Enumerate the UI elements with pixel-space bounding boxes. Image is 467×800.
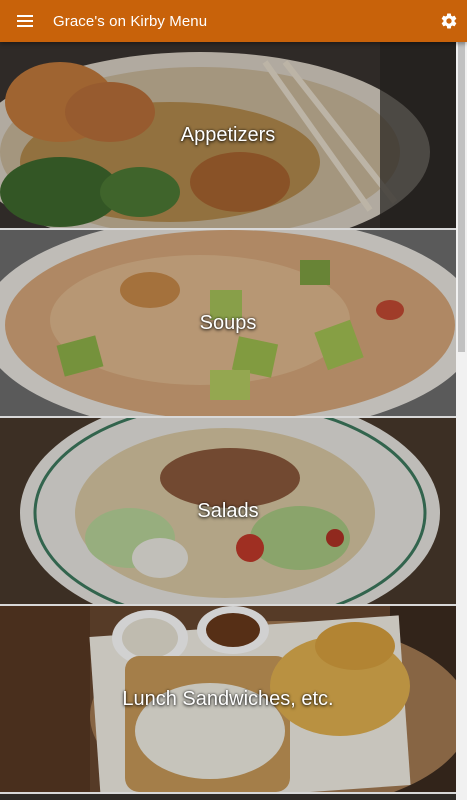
gear-icon[interactable] bbox=[438, 0, 460, 42]
category-tile-appetizers[interactable]: Appetizers bbox=[0, 42, 456, 228]
category-label: Soups bbox=[199, 311, 257, 334]
category-list: Appetizers Soups Salads Lunch Sandwiches… bbox=[0, 42, 456, 800]
scrollbar-thumb[interactable] bbox=[458, 42, 465, 352]
category-tile-salads[interactable]: Salads bbox=[0, 418, 456, 604]
category-tile-soups[interactable]: Soups bbox=[0, 230, 456, 416]
menu-app: Grace's on Kirby Menu Appetizers Soups S… bbox=[0, 0, 467, 800]
hamburger-menu-icon[interactable] bbox=[14, 0, 36, 42]
tile-divider bbox=[0, 416, 456, 418]
category-tile-partial[interactable] bbox=[0, 794, 456, 800]
tile-divider bbox=[0, 604, 456, 606]
app-title: Grace's on Kirby Menu bbox=[53, 12, 208, 30]
tile-divider bbox=[0, 792, 456, 794]
category-label: Lunch Sandwiches, etc. bbox=[122, 687, 334, 710]
category-tile-lunch-sandwiches[interactable]: Lunch Sandwiches, etc. bbox=[0, 606, 456, 792]
category-label: Appetizers bbox=[180, 123, 276, 146]
tile-divider bbox=[0, 228, 456, 230]
next-category-photo bbox=[0, 794, 456, 800]
scrollbar[interactable] bbox=[456, 42, 467, 800]
app-bar: Grace's on Kirby Menu bbox=[0, 0, 467, 42]
category-label: Salads bbox=[197, 499, 259, 522]
